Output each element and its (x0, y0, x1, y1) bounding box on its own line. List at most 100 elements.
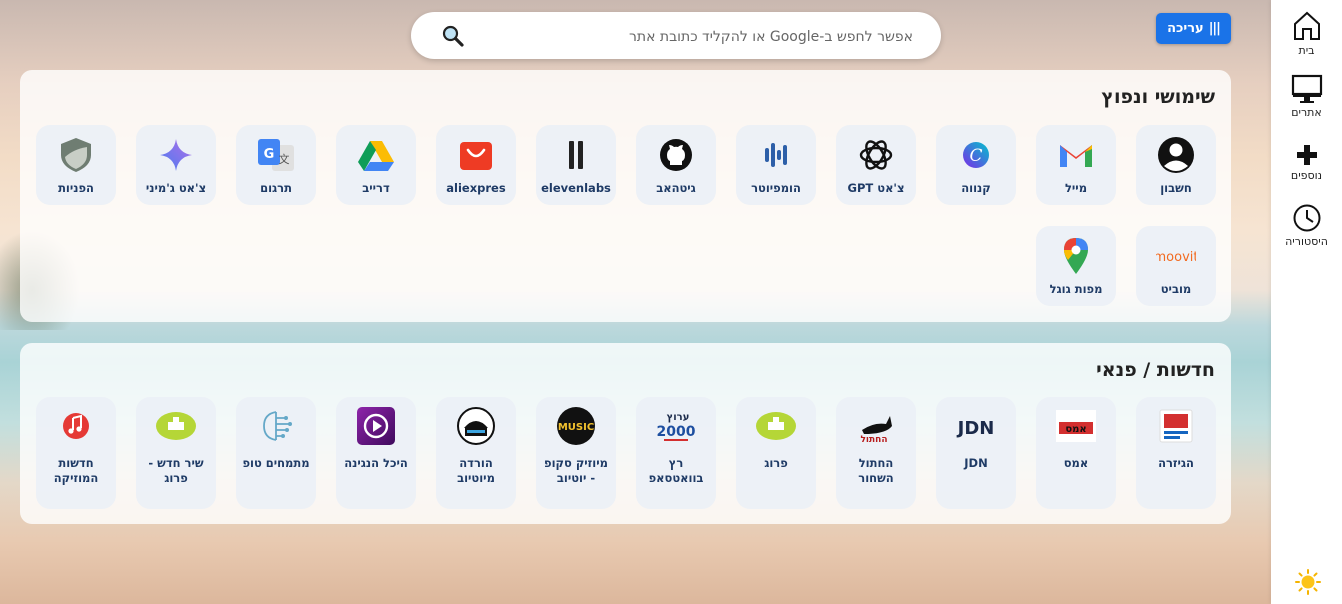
translate-icon: G 文 (258, 139, 294, 171)
tile-label: שיר חדש - פרוג (148, 456, 204, 485)
tile-music-scoop[interactable]: MUSIC מיוזיק סקופ - יוטיוב (536, 397, 616, 509)
edit-button[interactable]: ||| עריכה (1156, 13, 1231, 44)
tile-elevenlabs[interactable]: elevenlabs (536, 125, 616, 205)
jdn-logo-text: JDN (956, 418, 994, 439)
sidebar-item-home[interactable]: בית (1271, 10, 1342, 57)
clock-icon (1293, 204, 1320, 232)
edit-bars-icon: ||| (1208, 21, 1221, 36)
tile-youtube-download[interactable]: הורדה מיוטיוב (436, 397, 516, 509)
prog-icon (156, 412, 196, 440)
tile-translate[interactable]: G 文 תרגום (236, 125, 316, 205)
canva-icon: C (963, 142, 989, 168)
tile-prog[interactable]: פרוג (736, 397, 816, 509)
music-note-icon (63, 413, 89, 439)
search-icon[interactable] (441, 24, 465, 48)
tile-label: מפות גוגל (1049, 282, 1103, 296)
waveform-icon (765, 143, 787, 167)
svg-text:G: G (264, 147, 275, 162)
home-icon (1293, 11, 1320, 40)
channel-2000-icon: ערוץ 2000 (657, 412, 696, 441)
tile-label: elevenlabs (541, 181, 611, 195)
black-cat-logo-text: החתול (860, 435, 887, 445)
tile-label: קנווה (961, 181, 991, 195)
tile-label: חשבון (1160, 181, 1192, 195)
tile-interns-top[interactable]: מתמחים טופ (236, 397, 316, 509)
tile-aliexpress[interactable]: aliexpres (436, 125, 516, 205)
tile-label: היכל הנגינה (344, 456, 408, 470)
news-icon (1159, 409, 1193, 443)
tile-chatgpt[interactable]: צ'אט GPT (836, 125, 916, 205)
sidebar-item-history[interactable]: היסטוריה (1271, 203, 1342, 248)
tile-gemini[interactable]: צ'אט ג'מיני (136, 125, 216, 205)
tile-ams[interactable]: אמס אמס (1036, 397, 1116, 509)
tile-label: חדשות המוזיקה (53, 456, 99, 485)
tile-label: דרייב (362, 181, 390, 195)
sidebar-item-more[interactable]: נוספים (1271, 143, 1342, 182)
tile-label: מתמחים טופ (242, 456, 310, 470)
channel-logo-subtext: ערוץ (667, 412, 690, 423)
tile-label: הגיזרה (1158, 456, 1194, 470)
gemini-icon (160, 139, 192, 171)
jdn-icon: JDN (956, 418, 994, 439)
sidebar-item-label: היסטוריה (1285, 235, 1328, 248)
edit-button-label: עריכה (1167, 21, 1204, 36)
section-title: שימושי ונפוץ (1101, 86, 1215, 108)
sidebar: בית אתרים נוספים היסטוריה (1271, 0, 1342, 604)
tile-hagizra[interactable]: הגיזרה (1136, 397, 1216, 509)
tile-label: צ'אט ג'מיני (145, 181, 207, 195)
download-youtube-icon (457, 407, 495, 445)
section-useful: שימושי ונפוץ חשבון מייל C קנווה צ'אט GPT… (20, 70, 1231, 322)
sidebar-item-label: נוספים (1290, 169, 1323, 182)
monitor-icon (1291, 74, 1322, 103)
tile-account[interactable]: חשבון (1136, 125, 1216, 205)
tile-new-song-prog[interactable]: שיר חדש - פרוג (136, 397, 216, 509)
prog-icon (756, 412, 796, 440)
music-scoop-icon: MUSIC (557, 407, 595, 445)
channel-logo-text: 2000 (657, 424, 696, 440)
plus-icon (1296, 145, 1317, 165)
tile-label: הומפיוטר (751, 181, 801, 195)
circuit-icon (263, 411, 292, 441)
chatgpt-icon (859, 140, 893, 170)
tile-label: הורדה מיוטיוב (457, 456, 495, 485)
svg-text:文: 文 (279, 152, 290, 166)
tile-label: מוביט (1160, 282, 1192, 296)
tile-humputer[interactable]: הומפיוטר (736, 125, 816, 205)
tile-whatsapp-channel[interactable]: ערוץ 2000 רץ בוואטסאפ (636, 397, 716, 509)
tile-music-hall[interactable]: היכל הנגינה (336, 397, 416, 509)
shield-icon (61, 138, 91, 172)
tile-github[interactable]: גיטהאב (636, 125, 716, 205)
tile-moovit[interactable]: moovit מוביט (1136, 226, 1216, 306)
tile-label: צ'אט GPT (847, 181, 905, 195)
tile-canva[interactable]: C קנווה (936, 125, 1016, 205)
sidebar-item-sites[interactable]: אתרים (1271, 74, 1342, 119)
tile-label: אמס (1063, 456, 1089, 470)
tile-label: פרוג (764, 456, 788, 470)
tile-music-news[interactable]: חדשות המוזיקה (36, 397, 116, 509)
sidebar-item-label: בית (1298, 44, 1315, 57)
tile-label: JDN (964, 456, 988, 470)
tile-drive[interactable]: דרייב (336, 125, 416, 205)
play-icon (357, 407, 395, 445)
ams-icon: אמס (1056, 410, 1096, 442)
tile-label: רץ בוואטסאפ (648, 456, 704, 485)
tile-referrals[interactable]: הפניות (36, 125, 116, 205)
github-icon (660, 139, 692, 171)
tile-label: תרגום (260, 181, 292, 195)
search-bar (411, 12, 941, 61)
moovit-icon: moovit (1156, 250, 1196, 265)
tile-google-maps[interactable]: מפות גוגל (1036, 226, 1116, 306)
tile-label: הפניות (58, 181, 94, 195)
tile-gmail[interactable]: מייל (1036, 125, 1116, 205)
maps-pin-icon (1064, 238, 1088, 274)
tile-jdn[interactable]: JDN JDN (936, 397, 1016, 509)
search-input[interactable] (471, 12, 915, 61)
sun-icon[interactable] (1295, 569, 1321, 595)
svg-text:C: C (969, 146, 982, 166)
tile-black-cat[interactable]: החתול החתול השחור (836, 397, 916, 509)
tile-label: מיוזיק סקופ - יוטיוב (544, 456, 608, 485)
moovit-logo-text: moovit (1156, 250, 1196, 265)
section-title: חדשות / פנאי (1096, 359, 1215, 381)
tile-label: מייל (1064, 181, 1088, 195)
elevenlabs-icon (569, 141, 583, 169)
